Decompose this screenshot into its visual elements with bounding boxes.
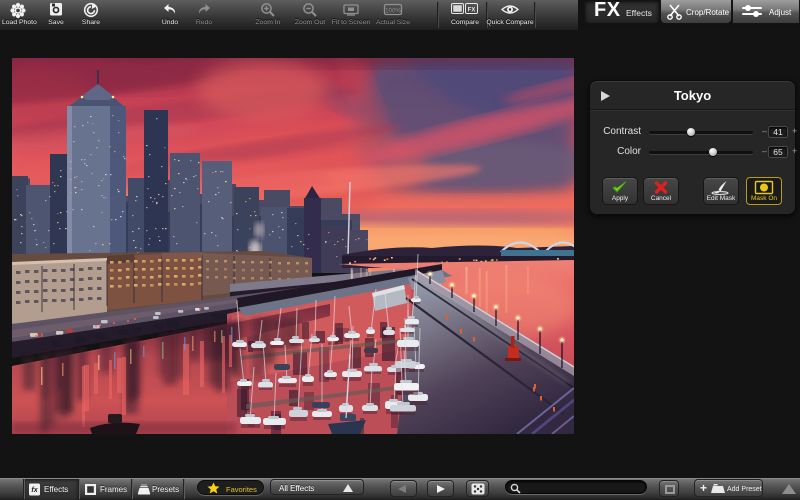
svg-text:100%: 100% [385, 8, 401, 15]
svg-text:fx: fx [31, 487, 38, 494]
svg-text:FX: FX [468, 7, 476, 13]
